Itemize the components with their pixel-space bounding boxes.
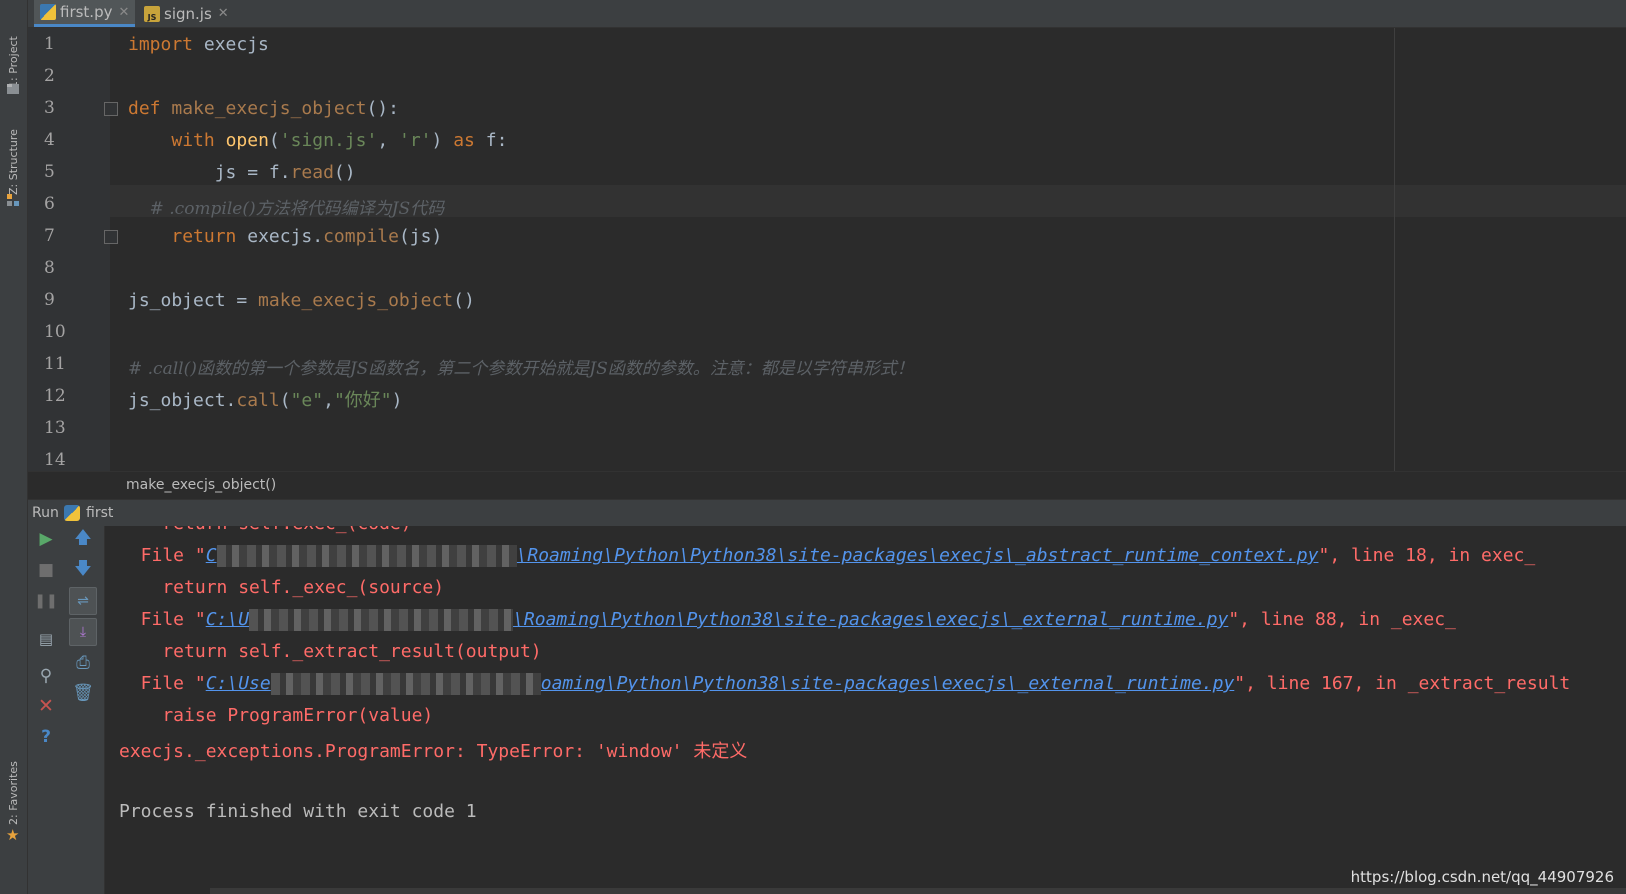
project-icon — [7, 84, 19, 94]
line-number: 8 — [44, 258, 55, 278]
line-number: 4 — [44, 130, 55, 150]
traceback-link[interactable]: C \Roaming\Python\Python38\site-packages\… — [205, 545, 1319, 567]
traceback-link[interactable]: C:\Use oaming\Python\Python38\site-packag… — [205, 673, 1235, 695]
project-tab-label: 1: Project — [7, 36, 20, 88]
code-line-6-comment: # .compile()方法将代码编译为JS代码 — [128, 199, 445, 219]
run-console-output[interactable]: return self.exec_(code) File "C\Roaming\… — [105, 526, 1626, 894]
pin-icon[interactable]: ⚲ — [33, 663, 59, 689]
file-suffix: ", line 18, in exec_ — [1318, 545, 1536, 566]
tab-label: sign.js — [164, 4, 212, 23]
traceback-link[interactable]: C:\U \Roaming\Python\Python38\site-packag… — [205, 609, 1229, 631]
file-suffix: ", line 167, in _extract_result — [1234, 673, 1571, 694]
code-line-3: def make_execjs_object(): — [128, 98, 399, 119]
console-line: raise ProgramError(value) — [119, 705, 434, 726]
code-line-5: js = f.read() — [128, 162, 356, 183]
code-editor[interactable]: 1 2 3 4 5 6 7 8 9 10 11 12 13 14 import … — [28, 28, 1626, 471]
console-line: File "C \Roaming\Python\Python38\site-pac… — [119, 545, 1535, 567]
left-tool-strip: 1: Project Z: Structure 2: Favorites ★ — [0, 0, 28, 894]
file-prefix: File " — [119, 545, 206, 566]
breadcrumb-function[interactable]: make_execjs_object() — [126, 477, 276, 493]
close-icon[interactable]: ✕ — [218, 6, 229, 21]
line-number: 11 — [44, 354, 66, 374]
close-icon[interactable]: ✕ — [33, 693, 59, 719]
help-icon[interactable]: ? — [33, 724, 59, 750]
rerun-icon[interactable]: ▶ — [33, 526, 59, 552]
path-end: oaming\Python\Python38\site-packages\exe… — [540, 673, 1235, 694]
console-line: return self._exec_(source) — [119, 577, 445, 598]
console-line: return self.exec_(code) — [119, 526, 411, 534]
line-number: 6 — [44, 194, 55, 214]
tab-sign-js[interactable]: JS sign.js ✕ — [138, 0, 235, 27]
run-label: Run — [32, 505, 59, 521]
tab-label: first.py — [60, 3, 113, 21]
code-line-12: js_object.call("e","你好") — [128, 390, 403, 411]
code-line-9: js_object = make_execjs_object() — [128, 290, 475, 311]
js-file-icon: JS — [144, 5, 160, 22]
file-prefix: File " — [119, 673, 206, 694]
line-number: 10 — [44, 322, 66, 342]
redacted-path — [216, 545, 517, 567]
run-toolbar-secondary: 🡅 🡇 ⇌ ⤓ ⎙ 🗑 — [64, 526, 105, 894]
console-line: File "C:\Use oaming\Python\Python38\site-… — [119, 673, 1570, 695]
path-end: \Roaming\Python\Python38\site-packages\e… — [516, 545, 1319, 566]
run-toolbar-primary: ▶ ■ ❚❚ ▤ ⚲ ✕ ? — [28, 526, 64, 894]
run-config-name[interactable]: first — [86, 505, 113, 521]
breadcrumb[interactable]: make_execjs_object() — [28, 471, 1626, 498]
console-line: File "C:\U \Roaming\Python\Python38\site-… — [119, 609, 1456, 631]
print-icon[interactable]: ⎙ — [70, 650, 96, 676]
code-line-1: import execjs — [128, 34, 269, 55]
star-icon: ★ — [6, 826, 20, 844]
soft-wrap-icon[interactable]: ⇌ — [69, 587, 97, 615]
fold-marker[interactable] — [104, 102, 118, 116]
exit-status: Process finished with exit code 1 — [119, 801, 477, 822]
file-prefix: File " — [119, 609, 206, 630]
file-suffix: ", line 88, in _exec_ — [1228, 609, 1456, 630]
line-number: 3 — [44, 98, 55, 118]
path-end: \Roaming\Python\Python38\site-packages\e… — [513, 609, 1229, 630]
code-line-11-comment: # .call()函数的第一个参数是JS函数名，第二个参数开始就是JS函数的参数… — [128, 359, 914, 379]
redacted-path — [249, 609, 514, 631]
structure-icon — [7, 194, 19, 206]
run-panel-header: Run first — [28, 499, 1626, 526]
code-line-7: return execjs.compile(js) — [171, 226, 443, 247]
line-number: 12 — [44, 386, 66, 406]
stop-icon[interactable]: ■ — [33, 557, 59, 583]
tab-first-py[interactable]: first.py ✕ — [34, 0, 136, 27]
code-line-4: with open('sign.js', 'r') as f: — [171, 130, 508, 151]
line-number: 2 — [44, 66, 55, 86]
right-margin-guide — [1394, 28, 1395, 471]
favorites-tool-tab[interactable]: 2: Favorites ★ — [3, 750, 23, 850]
horizontal-scrollbar[interactable] — [210, 888, 1626, 894]
structure-tab-label: Z: Structure — [7, 129, 20, 195]
structure-tool-tab[interactable]: Z: Structure — [3, 115, 23, 215]
project-tool-tab[interactable]: 1: Project — [3, 8, 23, 98]
console-line: return self._extract_result(output) — [119, 641, 542, 662]
redacted-path — [270, 673, 541, 695]
line-number: 14 — [44, 450, 66, 470]
arrow-up-icon[interactable]: 🡅 — [70, 526, 96, 552]
pause-icon[interactable]: ❚❚ — [33, 588, 59, 614]
editor-tab-bar: first.py ✕ JS sign.js ✕ — [28, 0, 1626, 28]
close-icon[interactable]: ✕ — [118, 5, 129, 20]
fold-marker[interactable] — [104, 230, 118, 244]
trash-icon[interactable]: 🗑 — [70, 680, 96, 706]
arrow-down-icon[interactable]: 🡇 — [70, 557, 96, 583]
python-file-icon — [40, 4, 56, 20]
python-icon — [64, 505, 80, 521]
line-number: 1 — [44, 34, 55, 54]
error-message: execjs._exceptions.ProgramError: TypeErr… — [119, 741, 748, 762]
path-start: C:\U — [205, 609, 250, 630]
line-number: 9 — [44, 290, 55, 310]
scroll-to-end-icon[interactable]: ⤓ — [69, 618, 97, 646]
layout-icon[interactable]: ▤ — [33, 626, 59, 652]
path-start: C:\Use — [205, 673, 271, 694]
watermark: https://blog.csdn.net/qq_44907926 — [1350, 868, 1614, 886]
line-number: 13 — [44, 418, 66, 438]
path-start: C — [205, 545, 217, 566]
line-number: 5 — [44, 162, 55, 182]
line-number: 7 — [44, 226, 55, 246]
favorites-tab-label: 2: Favorites — [7, 761, 20, 825]
